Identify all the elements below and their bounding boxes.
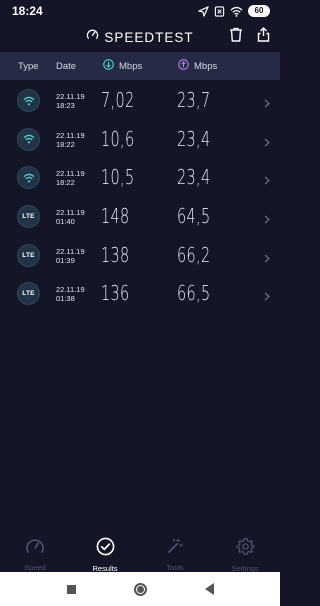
header-actions <box>229 27 270 47</box>
lte-label: LTE <box>22 213 35 221</box>
wifi-icon <box>17 127 40 151</box>
lte-badge: LTE <box>17 282 40 306</box>
result-upload: 23,7 <box>177 88 211 112</box>
result-date: 22.11.19 01:39 <box>56 247 85 265</box>
result-download: 148 <box>101 204 130 229</box>
result-row[interactable]: LTE 22.11.19 01:38 136 66,5 <box>0 275 280 314</box>
app-title: SPEEDTEST <box>104 29 194 45</box>
result-download: 138 <box>101 242 130 267</box>
upload-arrow-icon <box>178 59 189 73</box>
location-arrow-icon <box>198 5 209 17</box>
bottom-tab-bar: Speed Results Tools Settings <box>0 530 280 573</box>
recents-icon[interactable] <box>66 584 76 594</box>
status-icons: 60 <box>198 5 270 17</box>
result-date-day: 22.11.19 <box>56 246 85 256</box>
tab-speed-label: Speed <box>24 563 46 572</box>
speedometer-icon <box>86 28 99 46</box>
tab-speed[interactable]: Speed <box>0 530 70 572</box>
column-download-label: Mbps <box>119 60 143 72</box>
share-icon[interactable] <box>257 27 270 47</box>
column-date[interactable]: Date <box>56 61 76 72</box>
result-download: 136 <box>101 281 130 306</box>
result-row[interactable]: LTE 22.11.19 01:39 138 66,2 <box>0 237 280 276</box>
result-date-time: 01:39 <box>56 255 75 265</box>
magic-wand-icon <box>166 537 184 560</box>
tab-results[interactable]: Results <box>70 530 140 573</box>
status-bar: 18:24 60 <box>0 0 280 22</box>
results-list: 22.11.19 18:23 7,02 23,7 22.11.19 18:22 … <box>0 82 280 314</box>
result-row[interactable]: 22.11.19 18:22 10,6 23,4 <box>0 121 280 160</box>
result-date-day: 22.11.19 <box>56 92 85 101</box>
result-upload: 66,5 <box>177 281 211 306</box>
column-upload[interactable]: Mbps <box>178 59 217 73</box>
system-nav-bar <box>0 572 280 606</box>
result-upload: 66,2 <box>177 242 211 267</box>
result-date: 22.11.19 01:40 <box>56 208 85 226</box>
chevron-right-icon <box>264 250 270 268</box>
lte-label: LTE <box>22 251 35 259</box>
result-row[interactable]: 22.11.19 18:23 7,02 23,7 <box>0 82 280 121</box>
column-type[interactable]: Type <box>18 61 39 72</box>
result-upload: 64,5 <box>177 204 211 229</box>
result-upload: 23,4 <box>177 126 211 151</box>
wifi-icon <box>17 89 40 112</box>
download-arrow-icon <box>103 59 114 73</box>
result-upload: 23,4 <box>177 165 211 190</box>
sim-off-icon <box>214 5 225 17</box>
wifi-icon <box>17 166 40 190</box>
result-date-day: 22.11.19 <box>56 208 85 218</box>
brand: SPEEDTEST <box>86 28 193 46</box>
wifi-icon <box>230 6 243 17</box>
battery-icon: 60 <box>248 5 270 17</box>
lte-badge: LTE <box>17 243 40 267</box>
result-row[interactable]: LTE 22.11.19 01:40 148 64,5 <box>0 198 280 237</box>
chevron-right-icon <box>264 134 270 152</box>
home-dot <box>136 585 144 593</box>
tab-settings[interactable]: Settings <box>210 530 280 573</box>
lte-label: LTE <box>22 290 35 298</box>
result-date: 22.11.19 18:23 <box>56 92 85 110</box>
app-header: SPEEDTEST <box>0 24 280 50</box>
chevron-right-icon <box>264 211 270 229</box>
status-time: 18:24 <box>12 4 43 18</box>
result-date-day: 22.11.19 <box>56 130 85 140</box>
chevron-right-icon <box>264 288 270 306</box>
result-date-day: 22.11.19 <box>56 169 85 179</box>
tab-tools[interactable]: Tools <box>140 530 210 572</box>
result-date: 22.11.19 01:38 <box>56 285 85 303</box>
result-download: 7,02 <box>101 88 135 112</box>
chevron-right-icon <box>264 95 270 113</box>
chevron-right-icon <box>264 172 270 190</box>
home-icon[interactable] <box>133 582 147 596</box>
tab-tools-label: Tools <box>166 563 184 572</box>
result-date-time: 18:22 <box>56 178 75 188</box>
result-date: 22.11.19 18:22 <box>56 131 85 149</box>
column-upload-label: Mbps <box>194 60 218 72</box>
results-column-header: Type Date Mbps Mbps <box>0 52 280 80</box>
result-date: 22.11.19 18:22 <box>56 169 85 187</box>
lte-badge: LTE <box>17 205 40 229</box>
result-row[interactable]: 22.11.19 18:22 10,5 23,4 <box>0 159 280 198</box>
check-circle-icon <box>96 537 115 561</box>
result-date-time: 18:23 <box>56 101 75 110</box>
speedometer-icon <box>25 537 45 560</box>
result-download: 10,6 <box>101 126 135 151</box>
result-date-time: 01:40 <box>56 217 75 227</box>
back-icon[interactable] <box>204 583 214 595</box>
trash-icon[interactable] <box>229 27 243 47</box>
column-download[interactable]: Mbps <box>103 59 142 73</box>
result-date-time: 18:22 <box>56 139 75 149</box>
result-date-day: 22.11.19 <box>56 285 85 295</box>
result-date-time: 01:38 <box>56 294 75 304</box>
gear-icon <box>236 537 255 561</box>
result-download: 10,5 <box>101 165 135 190</box>
